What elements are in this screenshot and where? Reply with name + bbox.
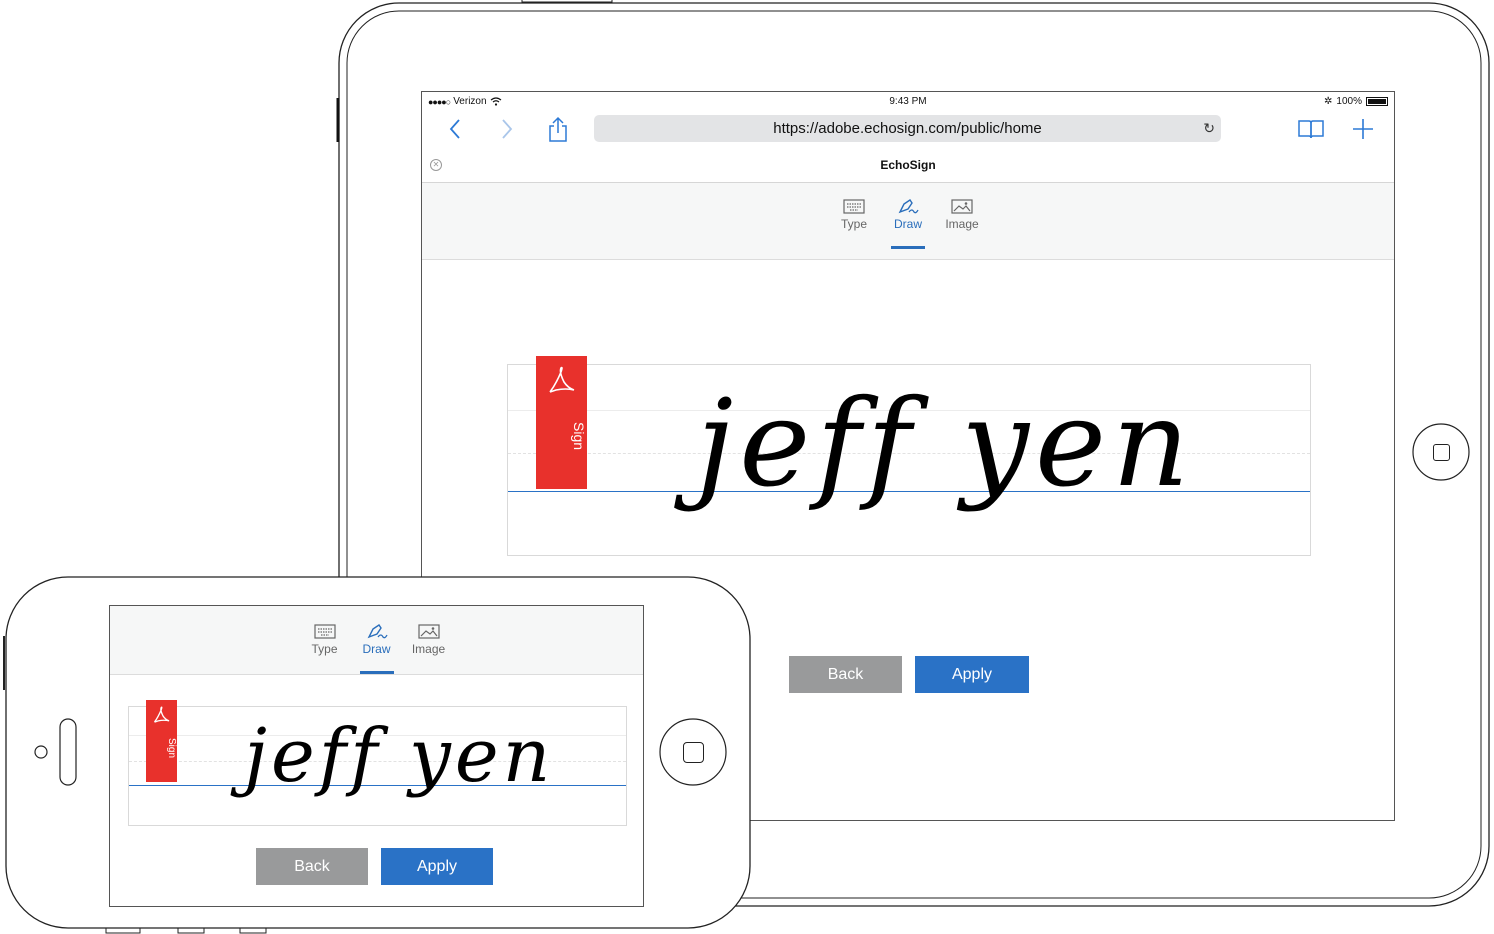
bookmarks-icon[interactable] xyxy=(1298,116,1324,142)
back-button[interactable]: Back xyxy=(256,848,368,885)
drawn-signature: jeff yen xyxy=(696,375,1196,514)
tab-draw-label: Draw xyxy=(362,642,391,656)
tab-type-label: Type xyxy=(840,217,867,231)
tab-image-label: Image xyxy=(411,642,446,656)
browser-toolbar: https://adobe.echosign.com/public/home ↻ xyxy=(422,110,1394,148)
tab-draw[interactable]: Draw xyxy=(358,622,396,674)
bookmark-sign-label: Sign xyxy=(571,422,587,451)
tab-draw[interactable]: Draw xyxy=(889,197,927,249)
tab-title: EchoSign xyxy=(880,158,936,172)
tab-image[interactable]: Image xyxy=(943,197,981,249)
image-icon xyxy=(951,199,973,214)
share-icon[interactable] xyxy=(545,116,571,142)
tab-image[interactable]: Image xyxy=(410,622,448,674)
keyboard-icon xyxy=(313,624,336,639)
apply-button[interactable]: Apply xyxy=(915,656,1029,693)
tab-type[interactable]: Type xyxy=(306,622,344,674)
clock: 9:43 PM xyxy=(889,96,927,107)
status-bar: ●●●●○ Verizon 9:43 PM ✲ 100% xyxy=(422,92,1394,110)
battery-icon xyxy=(1366,97,1388,106)
signature-mode-bar: Type Draw Image xyxy=(110,606,643,675)
url-text: https://adobe.echosign.com/public/home xyxy=(773,120,1042,137)
back-button[interactable]: Back xyxy=(789,656,902,693)
tab-image-label: Image xyxy=(945,217,979,231)
forward-arrow-icon[interactable] xyxy=(494,116,520,142)
adobe-acrobat-logo xyxy=(153,706,170,723)
drawn-signature: jeff yen xyxy=(244,713,555,799)
apply-button[interactable]: Apply xyxy=(381,848,493,885)
pen-icon xyxy=(898,199,919,214)
keyboard-icon xyxy=(843,199,865,214)
adobe-acrobat-logo xyxy=(549,366,575,393)
adobe-sign-bookmark: Sign xyxy=(536,356,587,489)
url-bar[interactable]: https://adobe.echosign.com/public/home ↻ xyxy=(594,115,1221,142)
home-square-icon xyxy=(1433,444,1450,461)
browser-tab[interactable]: ✕ EchoSign xyxy=(422,148,1394,183)
pen-icon xyxy=(367,624,388,639)
bookmark-sign-label: Sign xyxy=(166,738,177,759)
tab-type-label: Type xyxy=(311,642,338,656)
new-tab-plus-icon[interactable] xyxy=(1350,116,1376,142)
signature-mode-bar: Type Draw Image xyxy=(422,183,1394,260)
image-icon xyxy=(417,624,440,639)
battery-percent: 100% xyxy=(1336,96,1362,107)
signature-pad[interactable]: jeff yen xyxy=(507,364,1311,556)
signature-pad[interactable]: jeff yen xyxy=(128,706,627,826)
tab-draw-label: Draw xyxy=(893,217,922,231)
iphone-screen: Type Draw Image jeff yen Sign Back Apply xyxy=(109,605,644,907)
ipad-home-button[interactable] xyxy=(1413,424,1469,480)
close-tab-icon[interactable]: ✕ xyxy=(430,159,442,171)
back-arrow-icon[interactable] xyxy=(442,116,468,142)
adobe-sign-bookmark: Sign xyxy=(146,700,177,782)
tab-type[interactable]: Type xyxy=(835,197,873,249)
reload-icon[interactable]: ↻ xyxy=(1203,115,1215,142)
bluetooth-icon: ✲ xyxy=(1324,96,1333,107)
home-square-icon xyxy=(683,742,704,763)
iphone-home-button[interactable] xyxy=(660,719,726,785)
